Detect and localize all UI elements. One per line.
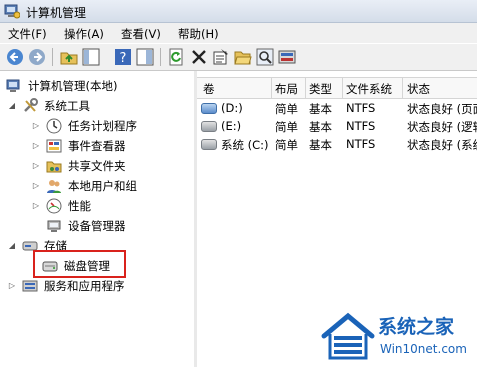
volume-disk-icon [201,121,217,132]
table-row[interactable]: 系统 (C:) 简单 基本 NTFS 状态良好 (系统 [197,135,477,153]
watermark-brand: 系统之家 [378,316,455,338]
refresh-icon[interactable] [168,48,186,66]
collapsed-arrow-icon[interactable]: ▷ [32,157,40,175]
watermark: 系统之家 Win10net.com [318,306,477,367]
title-bar: 计算机管理 [0,0,477,23]
window-title: 计算机管理 [26,6,87,20]
tree-label-local-users: 本地用户和组 [68,179,137,193]
svg-text:?: ? [120,51,127,66]
up-folder-icon[interactable] [60,48,78,66]
navigation-tree: 计算机管理(本地) ◢ 系统工具 ▷ 任务计划程序 ▷ 事件查看器 ▷ 共享文件… [0,71,195,367]
open-folder-icon[interactable] [234,48,252,66]
toolbar-separator [160,48,161,66]
table-header: 卷 布局 类型 文件系统 状态 [197,77,477,99]
toolbar: ? [0,44,477,71]
house-logo-icon [321,312,375,360]
table-row[interactable]: (D:) 简单 基本 NTFS 状态良好 (页面 [197,99,477,117]
watermark-site: Win10net.com [380,342,467,356]
cell-layout: 简单 [275,120,298,134]
users-icon [47,180,61,193]
computer-management-icon [4,4,20,19]
disk-settings-icon[interactable] [278,48,296,66]
tree-label-root: 计算机管理(本地) [28,79,118,93]
expanded-arrow-icon[interactable]: ◢ [8,237,16,255]
toolbar-separator [52,48,53,66]
column-header-filesystem[interactable]: 文件系统 [346,81,392,97]
column-header-layout[interactable]: 布局 [275,81,298,97]
menu-help[interactable]: 帮助(H) [178,26,219,42]
cell-type: 基本 [309,120,332,134]
help-icon[interactable]: ? [114,48,132,66]
show-hide-tree-icon[interactable] [82,48,100,66]
cell-volume: (E:) [221,119,242,133]
collapsed-arrow-icon[interactable]: ▷ [8,277,16,295]
cell-filesystem: NTFS [346,119,376,133]
volume-disk-icon [201,139,217,150]
cell-status: 状态良好 (页面 [407,102,477,116]
delete-icon[interactable] [190,48,208,66]
event-viewer-icon [46,139,62,153]
highlight-box [33,250,126,278]
cell-status: 状态良好 (逻辑 [407,120,477,134]
properties-icon[interactable] [212,48,230,66]
tree-label-system-tools: 系统工具 [44,99,90,113]
menu-view[interactable]: 查看(V) [121,26,161,42]
back-arrow-icon[interactable] [6,48,24,66]
cell-type: 基本 [309,138,332,152]
tree-label-device-manager: 设备管理器 [68,219,126,233]
cell-layout: 简单 [275,102,298,116]
column-header-volume[interactable]: 卷 [203,81,215,97]
column-divider[interactable] [342,78,343,98]
tools-icon [24,98,38,112]
tree-label-services: 服务和应用程序 [44,279,125,293]
services-icon [22,280,38,292]
expanded-arrow-icon[interactable]: ◢ [8,97,16,115]
device-manager-icon [47,220,61,232]
cell-type: 基本 [309,102,332,116]
tree-label-performance: 性能 [68,199,91,213]
cell-volume: 系统 (C:) [221,138,269,152]
cell-layout: 简单 [275,138,298,152]
cell-volume: (D:) [221,101,243,115]
column-header-status[interactable]: 状态 [407,81,430,97]
volume-disk-icon [201,103,217,114]
computer-management-icon [6,79,20,92]
forward-arrow-icon[interactable] [28,48,46,66]
table-row[interactable]: (E:) 简单 基本 NTFS 状态良好 (逻辑 [197,117,477,135]
tree-label-event-viewer: 事件查看器 [68,139,126,153]
collapsed-arrow-icon[interactable]: ▷ [32,177,40,195]
column-divider[interactable] [402,78,403,98]
cell-filesystem: NTFS [346,101,376,115]
tree-label-shared-folders: 共享文件夹 [68,159,126,173]
collapsed-arrow-icon[interactable]: ▷ [32,197,40,215]
details-pane-icon[interactable] [136,48,154,66]
column-divider[interactable] [305,78,306,98]
cell-filesystem: NTFS [346,137,376,151]
collapsed-arrow-icon[interactable]: ▷ [32,117,40,135]
shared-folder-icon [46,161,62,173]
tree-label-task-scheduler: 任务计划程序 [68,119,137,133]
menu-file[interactable]: 文件(F) [8,26,47,42]
search-icon[interactable] [256,48,274,66]
menu-action[interactable]: 操作(A) [64,26,104,42]
column-header-type[interactable]: 类型 [309,81,332,97]
column-divider[interactable] [271,78,272,98]
clock-icon [46,118,62,134]
collapsed-arrow-icon[interactable]: ▷ [32,137,40,155]
cell-status: 状态良好 (系统 [407,138,477,152]
performance-icon [46,198,62,214]
menu-bar: 文件(F) 操作(A) 查看(V) 帮助(H) [0,23,477,43]
